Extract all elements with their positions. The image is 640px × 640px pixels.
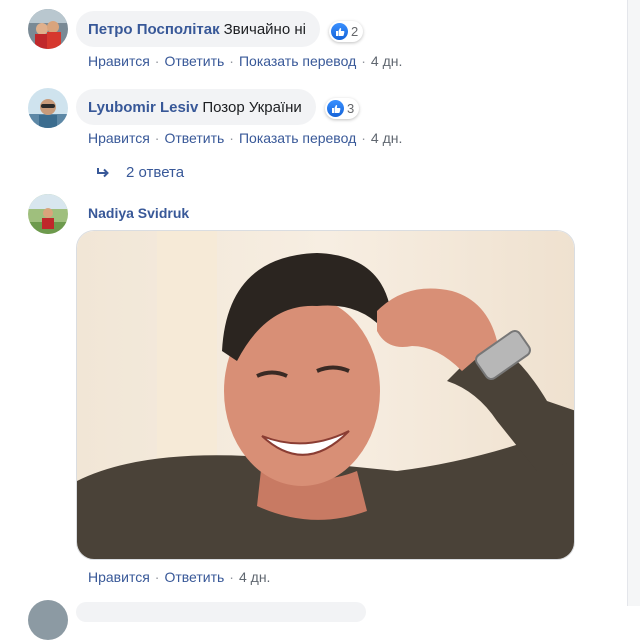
- like-icon: [331, 23, 348, 40]
- avatar-photo-icon: [28, 88, 68, 128]
- comment-bubble: [76, 602, 366, 622]
- timestamp[interactable]: 4 дн.: [371, 130, 402, 146]
- reaction-count: 3: [347, 101, 355, 116]
- comment-author[interactable]: Nadiya Svidruk: [88, 205, 189, 221]
- separator: ·: [154, 569, 160, 585]
- reply-link[interactable]: Ответить: [164, 569, 224, 585]
- comment-author[interactable]: Lyubomir Lesiv: [88, 99, 198, 116]
- separator: ·: [229, 53, 234, 69]
- separator: ·: [154, 130, 160, 146]
- comment-author[interactable]: Петро Посполітак: [88, 21, 220, 38]
- comment-actions: Нравится · Ответить · Показать перевод ·…: [88, 130, 402, 146]
- comment-bubble: Петро Посполітак Звичайно ні: [76, 11, 320, 47]
- reply-arrow-icon: [97, 167, 109, 177]
- gif-image-icon: [77, 231, 574, 559]
- translate-link[interactable]: Показать перевод: [239, 130, 356, 146]
- comment-text: Позор України: [202, 98, 302, 116]
- replies-count[interactable]: 2 ответа: [126, 164, 184, 181]
- like-link[interactable]: Нравится: [88, 569, 150, 585]
- gif-attachment[interactable]: [76, 230, 575, 560]
- separator: ·: [229, 130, 234, 146]
- reply-link[interactable]: Ответить: [164, 53, 224, 69]
- avatar[interactable]: [28, 600, 68, 640]
- avatar-photo-icon: [28, 194, 68, 234]
- separator: ·: [361, 53, 366, 69]
- comment-actions: Нравится · Ответить · 4 дн.: [88, 569, 270, 585]
- separator: ·: [361, 130, 366, 146]
- avatar[interactable]: [28, 194, 68, 234]
- comment-bubble: Lyubomir Lesiv Позор України: [76, 89, 316, 125]
- timestamp[interactable]: 4 дн.: [371, 53, 402, 69]
- reaction-summary[interactable]: 3: [325, 98, 360, 119]
- comment-actions: Нравится · Ответить · Показать перевод ·…: [88, 53, 402, 69]
- comment-text: Звичайно ні: [223, 20, 306, 38]
- like-link[interactable]: Нравится: [88, 53, 150, 69]
- avatar[interactable]: [28, 88, 68, 128]
- reaction-summary[interactable]: 2: [329, 21, 364, 42]
- timestamp[interactable]: 4 дн.: [239, 569, 270, 585]
- translate-link[interactable]: Показать перевод: [239, 53, 356, 69]
- reaction-count: 2: [351, 24, 359, 39]
- separator: ·: [154, 53, 160, 69]
- reply-link[interactable]: Ответить: [164, 130, 224, 146]
- avatar-photo-icon: [28, 9, 68, 49]
- separator: ·: [229, 569, 234, 585]
- avatar[interactable]: [28, 9, 68, 49]
- like-link[interactable]: Нравится: [88, 130, 150, 146]
- view-replies-link[interactable]: 2 ответа: [96, 164, 184, 181]
- like-icon: [327, 100, 344, 117]
- page-right-edge: [627, 0, 640, 606]
